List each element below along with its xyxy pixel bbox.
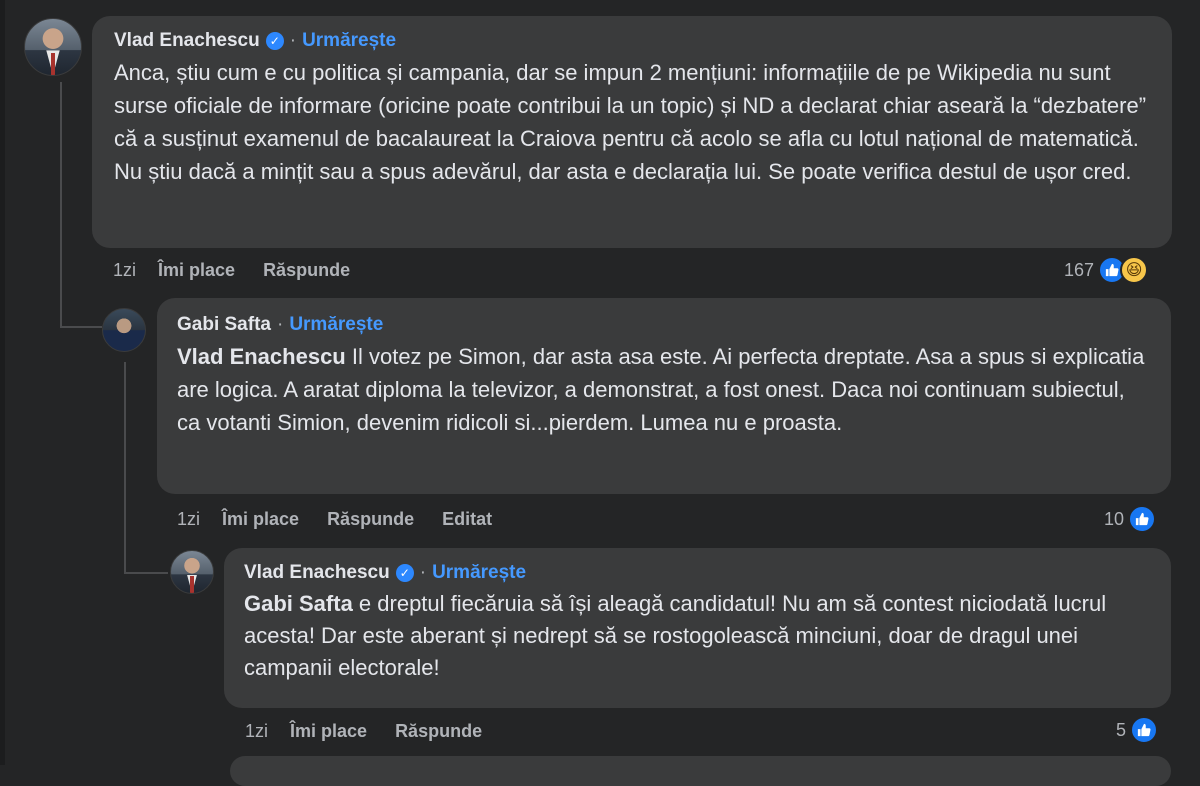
reactions[interactable]: 167 😆: [1064, 256, 1149, 284]
reaction-count: 167: [1064, 259, 1095, 280]
reactions[interactable]: 5: [1116, 716, 1159, 744]
avatar[interactable]: [170, 550, 214, 594]
like-thumb-icon: [1128, 505, 1157, 533]
comment-actions: 1zi Îmi place Răspunde: [245, 721, 510, 742]
follow-button[interactable]: Urmărește: [432, 562, 526, 584]
comment-header: Vlad Enachescu ✓ · Urmărește: [244, 562, 1151, 584]
reaction-count: 5: [1116, 719, 1127, 740]
like-button[interactable]: Îmi place: [158, 260, 235, 281]
timestamp[interactable]: 1zi: [245, 721, 268, 742]
like-thumb-icon: [1130, 716, 1159, 744]
haha-emoji-icon: 😆: [1120, 256, 1149, 284]
separator: ·: [419, 562, 427, 583]
author-name[interactable]: Vlad Enachescu: [114, 30, 260, 52]
timestamp[interactable]: 1zi: [177, 509, 200, 530]
comment-text: Vlad Enachescu Il votez pe Simon, dar as…: [177, 340, 1151, 439]
reply-button[interactable]: Răspunde: [263, 260, 350, 281]
edited-label[interactable]: Editat: [442, 509, 492, 530]
follow-button[interactable]: Urmărește: [289, 314, 383, 336]
thread-line: [124, 572, 168, 574]
comment-actions: 1zi Îmi place Răspunde Editat: [177, 509, 520, 530]
like-button[interactable]: Îmi place: [222, 509, 299, 530]
comment-actions: 1zi Îmi place Răspunde: [113, 260, 378, 281]
follow-button[interactable]: Urmărește: [302, 30, 396, 52]
mention-link[interactable]: Vlad Enachescu: [177, 344, 346, 369]
mention-link[interactable]: Gabi Safta: [244, 591, 353, 616]
like-button[interactable]: Îmi place: [290, 721, 367, 742]
timestamp[interactable]: 1zi: [113, 260, 136, 281]
comment-header: Vlad Enachescu ✓ · Urmărește: [114, 30, 1150, 52]
comment-bubble: Vlad Enachescu ✓ · Urmărește Gabi Safta …: [224, 548, 1171, 708]
comment-bubble-partial: [230, 756, 1171, 786]
verified-badge-icon: ✓: [265, 32, 284, 50]
author-name[interactable]: Vlad Enachescu: [244, 562, 390, 584]
comment-text: Anca, știu cum e cu politica și campania…: [114, 60, 1147, 184]
separator: ·: [276, 314, 284, 335]
thread-line: [60, 82, 62, 328]
comment-header: Gabi Safta · Urmărește: [177, 314, 1151, 336]
avatar[interactable]: [102, 308, 146, 352]
reply-button[interactable]: Răspunde: [327, 509, 414, 530]
comment-bubble: Vlad Enachescu ✓ · Urmărește Anca, știu …: [92, 16, 1172, 248]
reaction-count: 10: [1104, 508, 1125, 529]
reactions[interactable]: 10: [1104, 505, 1157, 533]
thread-line: [124, 362, 126, 574]
thread-line: [60, 326, 102, 328]
comment-bubble: Gabi Safta · Urmărește Vlad Enachescu Il…: [157, 298, 1171, 494]
comment-body: e dreptul fiecăruia să își aleagă candid…: [244, 591, 1107, 680]
reply-button[interactable]: Răspunde: [395, 721, 482, 742]
left-edge: [0, 0, 5, 765]
comment-text: Gabi Safta e dreptul fiecăruia să își al…: [244, 588, 1151, 684]
separator: ·: [289, 30, 297, 51]
avatar[interactable]: [24, 18, 82, 76]
verified-badge-icon: ✓: [395, 564, 414, 582]
author-name[interactable]: Gabi Safta: [177, 314, 271, 336]
